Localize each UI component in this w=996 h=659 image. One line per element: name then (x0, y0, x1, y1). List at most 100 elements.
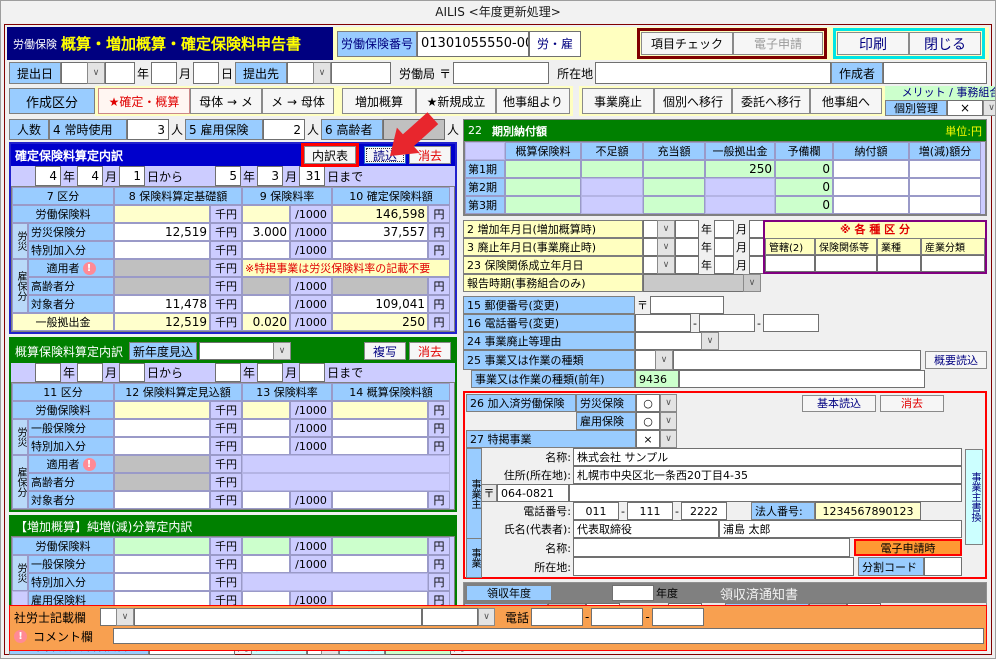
business-type-prev-code[interactable]: 9436 (635, 370, 679, 388)
koyou-dropdown[interactable] (660, 412, 677, 430)
cell-field[interactable] (242, 419, 290, 437)
submit-dest-field[interactable] (331, 62, 392, 84)
cell-field[interactable] (114, 573, 210, 591)
kubun-shinki-button[interactable]: ★新規成立 (416, 88, 496, 114)
split-code-field[interactable] (924, 557, 962, 576)
address-field[interactable] (595, 62, 831, 84)
owner-postal-field[interactable]: 064-0821 (497, 484, 569, 502)
cell-field[interactable] (332, 437, 428, 455)
overview-load-button[interactable]: 概要読込 (925, 351, 987, 369)
g-from-month-field[interactable] (77, 363, 104, 382)
cell-field[interactable] (833, 196, 909, 214)
cell-field[interactable] (332, 555, 428, 573)
dropdown-arrow-icon[interactable] (313, 62, 332, 84)
sharoushi-tel2[interactable] (591, 608, 644, 626)
cell-field[interactable] (242, 205, 290, 223)
dropdown-arrow-icon[interactable] (657, 220, 675, 238)
cell-field[interactable] (242, 401, 290, 419)
dropdown-arrow-icon[interactable] (657, 238, 675, 256)
submit-dest-dropdown[interactable] (287, 62, 332, 84)
increase-era-dropdown[interactable] (643, 220, 675, 238)
phone-field[interactable] (762, 314, 819, 332)
from-month-field[interactable]: 4 (77, 166, 104, 186)
cell-field[interactable] (332, 419, 428, 437)
owner-postal-extra-field[interactable] (569, 484, 962, 502)
cell-field[interactable] (332, 491, 428, 509)
cell-field[interactable]: 37,557 (332, 223, 428, 241)
kakushu-field[interactable] (877, 255, 921, 272)
rousai-dropdown[interactable] (660, 394, 677, 412)
sharoushi-name-field[interactable] (134, 608, 422, 626)
cell-field[interactable] (833, 178, 909, 196)
date-field[interactable] (714, 220, 734, 238)
phone-field[interactable] (698, 314, 755, 332)
kubun-kakutei-gaisan-button[interactable]: ★確定・概算 (98, 88, 190, 114)
business-type-dropdown[interactable] (635, 350, 673, 370)
kakushu-field[interactable] (765, 255, 815, 272)
rousai-value[interactable]: ○ (636, 394, 660, 412)
cell-field[interactable] (114, 419, 210, 437)
insurance-number-field[interactable]: 01301055550-000 (417, 30, 530, 57)
cell-field[interactable] (114, 205, 210, 223)
submit-year-field[interactable] (105, 62, 135, 84)
cell-field[interactable] (114, 491, 210, 509)
estimate-method-dropdown[interactable]: 前年と同額 (199, 342, 292, 360)
cell-field[interactable]: 0 (775, 196, 833, 214)
cell-field[interactable] (505, 178, 581, 196)
dropdown-arrow-icon[interactable] (273, 342, 292, 360)
special-listed-value[interactable]: × (636, 430, 660, 448)
cell-field[interactable] (242, 491, 290, 509)
kakutei-clear-button[interactable]: 消去 (409, 146, 451, 164)
owner-rep-name-field[interactable]: 浦島 太郎 (719, 520, 962, 538)
cell-field[interactable] (581, 160, 643, 178)
cell-field[interactable] (114, 241, 210, 259)
comment-field[interactable] (113, 628, 984, 644)
koyou-value[interactable]: ○ (636, 412, 660, 430)
cell-field[interactable] (242, 241, 290, 259)
date-field[interactable] (714, 238, 734, 256)
emp-insured-field[interactable]: 2 (263, 119, 306, 140)
uchiwake-detail-button[interactable]: 内訳表 (304, 146, 356, 164)
cell-field[interactable] (242, 437, 290, 455)
cell-field[interactable]: 250 (705, 160, 775, 178)
cell-field[interactable] (643, 178, 705, 196)
cell-field[interactable]: 109,041 (332, 295, 428, 313)
date-field[interactable] (675, 238, 699, 256)
kubun-itaku-ikou-button[interactable]: 委託へ移行 (732, 88, 810, 114)
cell-field[interactable]: 146,598 (332, 205, 428, 223)
dropdown-arrow-icon[interactable] (660, 394, 677, 412)
cell-field[interactable] (114, 537, 210, 555)
g-to-month-field[interactable] (257, 363, 284, 382)
cell-field[interactable] (114, 555, 210, 573)
sharoushi-tel3[interactable] (651, 608, 704, 626)
cell-field[interactable]: 11,478 (114, 295, 210, 313)
cell-field[interactable] (505, 196, 581, 214)
cell-field[interactable] (909, 160, 981, 178)
dropdown-arrow-icon[interactable] (660, 430, 677, 448)
cell-field[interactable] (114, 437, 210, 455)
sharoushi-small-dropdown[interactable] (478, 608, 495, 626)
cell-field[interactable]: 0 (775, 178, 833, 196)
date-field[interactable] (675, 220, 699, 238)
business-type-prev-field[interactable] (679, 370, 925, 388)
dropdown-arrow-icon[interactable] (701, 332, 719, 350)
kakushu-field[interactable] (921, 255, 985, 272)
cell-field[interactable]: 3.000 (242, 223, 290, 241)
postal-change-field[interactable] (650, 296, 724, 314)
receipt-year-field[interactable] (612, 585, 654, 601)
gaisan-clear-button[interactable]: 消去 (409, 342, 451, 360)
close-button[interactable]: 閉じる (909, 32, 981, 55)
submit-day-field[interactable] (193, 62, 220, 84)
gaisan-copy-button[interactable]: 複写 (364, 342, 406, 360)
kubun-botai-me-button[interactable]: 母体 → メ (190, 88, 262, 114)
regular-workers-field[interactable]: 3 (127, 119, 169, 140)
e-apply-time-button[interactable]: 電子申請時 (854, 539, 962, 556)
cell-field[interactable] (332, 241, 428, 259)
cell-field[interactable]: 12,519 (114, 223, 210, 241)
author-field[interactable] (883, 62, 987, 84)
owner-name-field[interactable]: 株式会社 サンプル (573, 448, 962, 466)
cell-field[interactable] (909, 178, 981, 196)
owner-address-field[interactable]: 札幌市中央区北一条西20丁目4-35 (573, 466, 962, 484)
cell-field[interactable] (242, 555, 290, 573)
from-day-field[interactable]: 1 (119, 166, 146, 186)
